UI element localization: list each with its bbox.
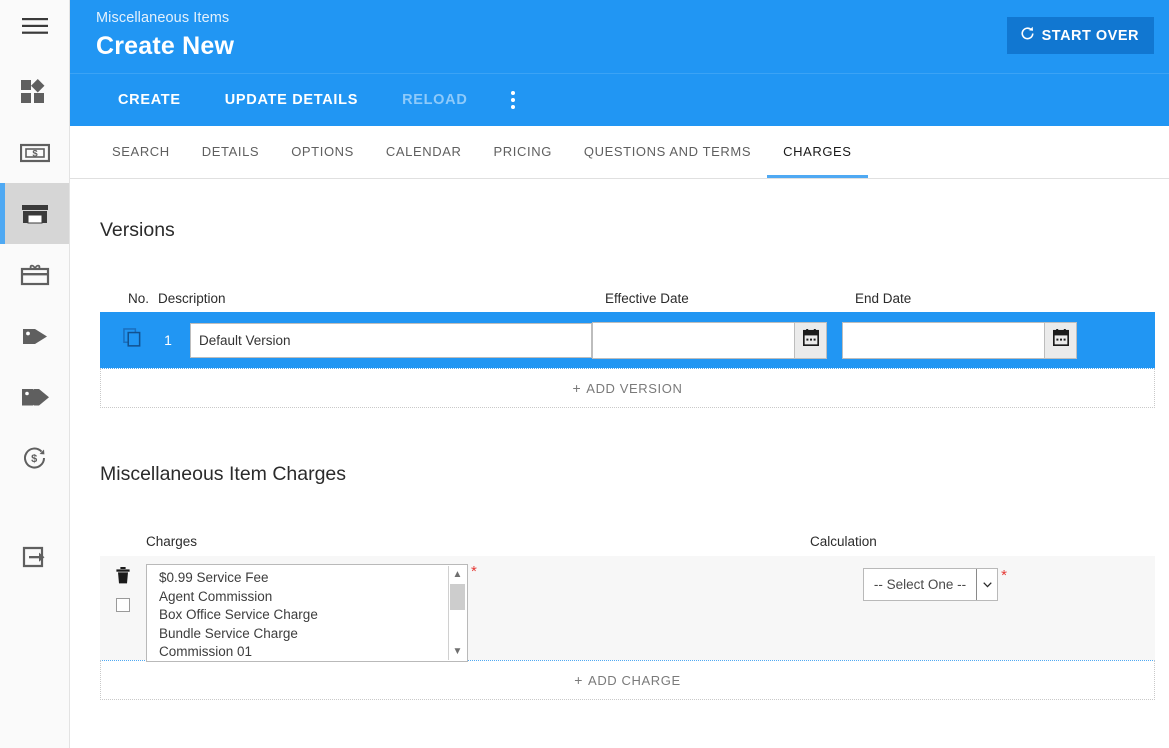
sidebar-item-payments[interactable]: $ [0, 122, 69, 183]
start-over-label: START OVER [1041, 27, 1139, 44]
tags-icon [20, 385, 50, 409]
charges-table-header: Charges Calculation [100, 519, 1155, 549]
sidebar: $ $ [0, 0, 70, 748]
sidebar-item-store[interactable] [0, 183, 69, 244]
column-header-no: No. [128, 291, 150, 306]
effective-date-picker-button[interactable] [794, 321, 827, 359]
kebab-dot [510, 98, 515, 102]
effective-date-group [592, 321, 827, 359]
sidebar-item-menu[interactable] [0, 0, 69, 52]
column-header-description: Description [158, 291, 226, 306]
charges-required-marker: * [471, 563, 477, 580]
calendar-icon [1052, 329, 1069, 351]
tab-charges[interactable]: CHARGES [767, 113, 868, 178]
trash-icon[interactable] [116, 567, 130, 589]
column-header-end-date: End Date [855, 291, 912, 306]
versions-table-header: No. Description Effective Date End Date [100, 274, 1155, 306]
start-over-button[interactable]: START OVER [1006, 17, 1154, 54]
versions-section-title: Versions [100, 219, 175, 241]
sidebar-item-dashboard[interactable] [0, 61, 69, 122]
svg-text:$: $ [31, 453, 37, 465]
version-description-input[interactable] [190, 322, 592, 358]
logout-icon [21, 545, 49, 569]
scroll-down-icon[interactable]: ▼ [449, 643, 466, 660]
list-item[interactable]: $0.99 Service Fee [147, 569, 467, 588]
money-bill-icon: $ [19, 142, 50, 164]
store-icon [21, 202, 49, 226]
gift-card-icon [20, 263, 50, 287]
app-root: $ $ Miscellaneous Items Create New START… [0, 0, 1169, 748]
calculation-select[interactable]: -- Select One -- [862, 568, 999, 601]
charges-table: Charges Calculation $0.99 Service Fee Ag… [70, 519, 1169, 700]
kebab-dot [510, 105, 515, 109]
charges-section-title: Miscellaneous Item Charges [100, 463, 347, 485]
action-update-details[interactable]: UPDATE DETAILS [203, 74, 380, 127]
chevron-down-icon [976, 569, 998, 600]
column-header-calculation: Calculation [810, 534, 877, 549]
tab-options[interactable]: OPTIONS [275, 125, 370, 178]
charge-row-controls [100, 564, 146, 612]
tab-questions-and-terms[interactable]: QUESTIONS AND TERMS [568, 113, 767, 178]
action-reload: RELOAD [402, 91, 468, 108]
tab-calendar[interactable]: CALENDAR [370, 125, 478, 178]
add-charge-button[interactable]: + ADD CHARGE [100, 660, 1155, 700]
dashboard-icon [20, 78, 49, 105]
list-item[interactable]: Agent Commission [147, 588, 467, 607]
tab-details[interactable]: DETAILS [186, 125, 275, 178]
action-create[interactable]: CREATE [96, 74, 203, 127]
table-row: $0.99 Service Fee Agent Commission Box O… [100, 556, 1155, 662]
column-header-effective-date: Effective Date [605, 291, 689, 306]
versions-table: No. Description Effective Date End Date [70, 274, 1169, 408]
tab-bar: SEARCH DETAILS OPTIONS CALENDAR PRICING … [70, 126, 1169, 179]
effective-date-cell [592, 321, 842, 359]
copy-version-button[interactable] [100, 328, 146, 352]
menu-icon [21, 17, 48, 35]
copy-icon [122, 328, 142, 352]
sidebar-item-tags[interactable] [0, 366, 69, 427]
plus-icon: + [574, 672, 584, 688]
list-item[interactable]: Bundle Service Charge [147, 625, 467, 644]
calculation-required-marker: * [1001, 567, 1007, 584]
end-date-input[interactable] [842, 321, 1045, 359]
sidebar-item-logout[interactable] [0, 526, 69, 587]
tab-pricing[interactable]: PRICING [478, 113, 568, 178]
refund-icon: $ [22, 445, 48, 471]
content-area: Versions No. Description Effective Date … [70, 179, 1169, 748]
charges-listbox-scrollbar[interactable]: ▲ ▼ [448, 566, 466, 660]
main-region: Miscellaneous Items Create New START OVE… [70, 0, 1169, 748]
sidebar-item-tag[interactable] [0, 305, 69, 366]
refresh-icon [1020, 26, 1035, 45]
charges-option-list: $0.99 Service Fee Agent Commission Box O… [147, 565, 467, 661]
end-date-picker-button[interactable] [1044, 321, 1077, 359]
list-item[interactable]: Commission 01 [147, 643, 467, 661]
calculation-cell: -- Select One -- * [862, 564, 1113, 601]
tag-icon [20, 324, 50, 348]
end-date-group [842, 321, 1077, 359]
scroll-up-icon[interactable]: ▲ [449, 566, 466, 583]
add-charge-label: ADD CHARGE [588, 672, 681, 688]
list-item[interactable]: Box Office Service Charge [147, 606, 467, 625]
add-version-label: ADD VERSION [586, 380, 683, 396]
kebab-dot [510, 91, 515, 95]
calculation-select-value: -- Select One -- [873, 577, 967, 592]
end-date-cell [842, 321, 1092, 359]
charges-listbox[interactable]: $0.99 Service Fee Agent Commission Box O… [146, 564, 468, 662]
version-row-number: 1 [164, 332, 172, 348]
charges-listbox-wrap: $0.99 Service Fee Agent Commission Box O… [146, 564, 477, 662]
plus-icon: + [572, 380, 582, 396]
page-header: Miscellaneous Items Create New START OVE… [70, 0, 1169, 73]
add-version-button[interactable]: + ADD VERSION [100, 368, 1155, 408]
effective-date-input[interactable] [592, 321, 795, 359]
version-description-cell [190, 322, 592, 358]
calendar-icon [802, 329, 819, 351]
charge-row-checkbox[interactable] [116, 598, 130, 612]
table-row[interactable]: 1 [100, 312, 1155, 368]
sidebar-item-refunds[interactable]: $ [0, 427, 69, 488]
scrollbar-thumb[interactable] [450, 584, 465, 610]
column-header-charges: Charges [146, 534, 198, 549]
svg-text:$: $ [32, 148, 38, 159]
tab-search[interactable]: SEARCH [96, 125, 186, 178]
sidebar-item-gift-cards[interactable] [0, 244, 69, 305]
